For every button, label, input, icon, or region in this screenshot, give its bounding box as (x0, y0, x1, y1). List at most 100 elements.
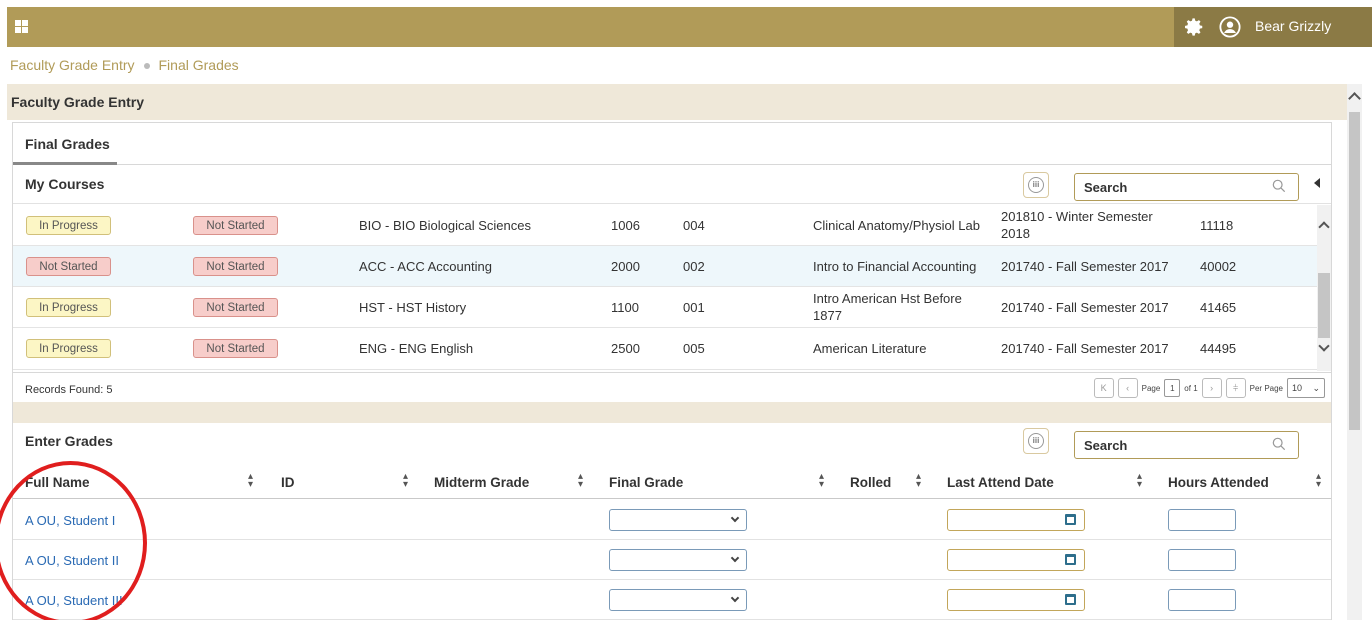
course-number: 1100 (611, 299, 639, 315)
records-found: Records Found: 5 (25, 384, 113, 396)
scroll-up-icon[interactable] (1348, 92, 1361, 105)
course-row[interactable]: In Progress Not Started HST - HST Histor… (13, 287, 1317, 328)
sort-icon[interactable]: ▴ ▾ (916, 472, 921, 490)
column-midterm-grade[interactable]: Midterm Grade (434, 475, 529, 490)
course-crn: 40002 (1200, 258, 1237, 274)
my-courses-header: My Courses iii Search (13, 166, 1331, 204)
course-number: 2000 (611, 258, 640, 274)
course-section: 005 (683, 340, 705, 356)
status-badge: In Progress (26, 339, 111, 358)
status-badge: Not Started (193, 257, 278, 276)
grades-calendar-button[interactable]: iii (1023, 428, 1049, 454)
final-grade-select[interactable] (609, 509, 747, 531)
tab-final-grades[interactable]: Final Grades (13, 123, 117, 165)
course-section: 002 (683, 258, 705, 274)
course-subject: ACC - ACC Accounting (359, 258, 492, 274)
search-icon[interactable] (1272, 437, 1286, 451)
page-number-input[interactable]: 1 (1164, 379, 1181, 397)
calendar-icon[interactable] (1065, 594, 1076, 605)
breadcrumb: Faculty Grade Entry Final Grades (10, 57, 239, 73)
page-label: Page (1141, 383, 1161, 393)
sort-icon[interactable]: ▴ ▾ (403, 472, 408, 490)
page-of-label: of 1 (1184, 383, 1198, 393)
pager: K ‹ Page 1 of 1 › ⫩ Per Page 10 ⌄ (1093, 378, 1325, 398)
enter-grades-header: Enter Grades iii Search (13, 423, 1331, 461)
calendar-icon[interactable] (1065, 554, 1076, 565)
search-icon[interactable] (1272, 179, 1286, 193)
course-number: 2500 (611, 340, 640, 356)
first-page-button[interactable]: K (1093, 378, 1114, 398)
course-row[interactable]: In Progress Not Started BIO - BIO Biolog… (13, 205, 1317, 246)
user-avatar-icon[interactable] (1219, 16, 1241, 38)
column-final-grade[interactable]: Final Grade (609, 475, 683, 490)
status-badge: Not Started (193, 298, 278, 317)
user-area: Bear Grizzly (1174, 7, 1372, 47)
chevron-down-icon (730, 513, 740, 523)
section-divider (13, 402, 1331, 423)
course-term: 201740 - Fall Semester 2017 (1001, 299, 1169, 315)
previous-page-button[interactable]: ‹ (1117, 378, 1138, 398)
final-grade-select[interactable] (609, 549, 747, 571)
last-attend-date-input[interactable] (947, 509, 1085, 531)
sort-icon[interactable]: ▴ ▾ (1137, 472, 1142, 490)
calendar-icon[interactable] (1065, 514, 1076, 525)
my-courses-title: My Courses (25, 176, 105, 192)
sort-icon[interactable]: ▴ ▾ (1316, 472, 1321, 490)
page-header: Faculty Grade Entry (7, 84, 1347, 120)
hours-attended-input[interactable] (1168, 589, 1236, 611)
courses-search-placeholder: Search (1084, 180, 1128, 195)
courses-search-input[interactable]: Search (1074, 173, 1299, 201)
breadcrumb-item-faculty-grade-entry[interactable]: Faculty Grade Entry (10, 57, 135, 73)
last-page-button[interactable]: ⫩ (1225, 378, 1246, 398)
per-page-label: Per Page (1249, 383, 1283, 393)
sort-icon[interactable]: ▴ ▾ (248, 472, 253, 490)
app-grid-icon[interactable] (15, 20, 28, 33)
final-grade-select[interactable] (609, 589, 747, 611)
course-subject: HST - HST History (359, 299, 467, 315)
courses-table: In Progress Not Started BIO - BIO Biolog… (13, 205, 1317, 370)
grades-search-input[interactable]: Search (1074, 431, 1299, 459)
annotation-circle (0, 461, 147, 620)
per-page-select[interactable]: 10 ⌄ (1287, 378, 1325, 398)
column-id[interactable]: ID (281, 475, 295, 490)
collapse-panel-icon[interactable] (1314, 178, 1320, 188)
status-badge: Not Started (26, 257, 111, 276)
status-badge: Not Started (193, 216, 278, 235)
column-rolled[interactable]: Rolled (850, 475, 891, 490)
course-crn: 44495 (1200, 340, 1237, 356)
last-attend-date-input[interactable] (947, 549, 1085, 571)
scroll-down-icon[interactable] (1318, 340, 1330, 352)
column-last-attend-date[interactable]: Last Attend Date (947, 475, 1054, 490)
records-bar: Records Found: 5 K ‹ Page 1 of 1 › ⫩ Per… (13, 372, 1331, 402)
hours-attended-input[interactable] (1168, 549, 1236, 571)
course-crn: 11118 (1200, 217, 1234, 233)
page-scrollbar-thumb[interactable] (1349, 112, 1360, 430)
course-subject: ENG - ENG English (359, 340, 474, 356)
course-calendar-button[interactable]: iii (1023, 172, 1049, 198)
status-badge: Not Started (193, 339, 278, 358)
grades-search-placeholder: Search (1084, 438, 1128, 453)
breadcrumb-item-final-grades[interactable]: Final Grades (159, 57, 239, 73)
gear-icon[interactable] (1183, 16, 1205, 38)
course-row[interactable]: Not Started Not Started ACC - ACC Accoun… (13, 246, 1317, 287)
last-attend-date-input[interactable] (947, 589, 1085, 611)
scroll-up-icon[interactable] (1318, 221, 1330, 233)
course-title: Clinical Anatomy/Physiol Lab (813, 217, 980, 233)
course-row[interactable]: In Progress Not Started ENG - ENG Englis… (13, 328, 1317, 370)
sort-icon[interactable]: ▴ ▾ (578, 472, 583, 490)
courses-scrollbar[interactable] (1317, 205, 1331, 371)
course-section: 001 (683, 299, 705, 315)
course-title: Intro to Financial Accounting (813, 258, 977, 274)
tab-bar: Final Grades (13, 123, 1331, 165)
column-hours-attended[interactable]: Hours Attended (1168, 475, 1269, 490)
courses-scrollbar-thumb[interactable] (1318, 273, 1330, 338)
sort-icon[interactable]: ▴ ▾ (819, 472, 824, 490)
page-scrollbar[interactable] (1347, 84, 1362, 620)
hours-attended-input[interactable] (1168, 509, 1236, 531)
course-crn: 41465 (1200, 299, 1237, 315)
user-name[interactable]: Bear Grizzly (1255, 18, 1331, 34)
next-page-button[interactable]: › (1201, 378, 1222, 398)
course-section: 004 (683, 217, 705, 233)
breadcrumb-separator (143, 63, 150, 70)
course-title: American Literature (813, 340, 927, 356)
